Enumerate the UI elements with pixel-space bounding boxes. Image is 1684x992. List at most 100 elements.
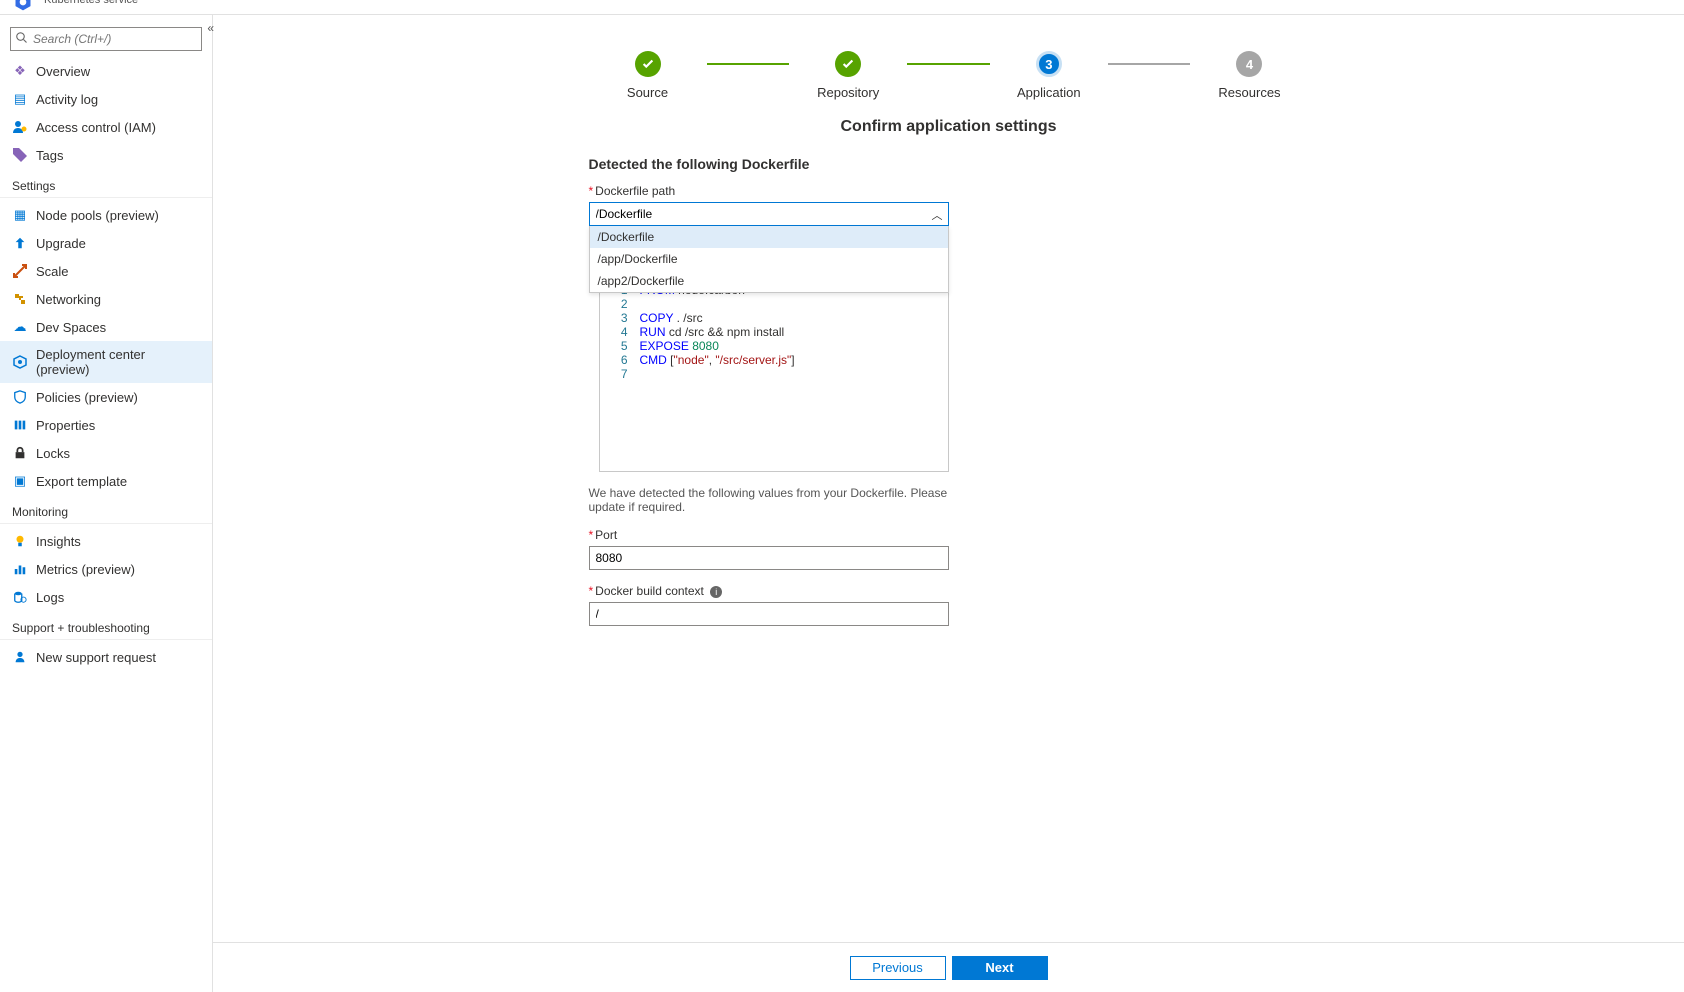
sidebar-item-insights[interactable]: Insights xyxy=(0,527,212,555)
required-indicator: * xyxy=(589,184,594,198)
sidebar-item-deployment-center[interactable]: Deployment center (preview) xyxy=(0,341,212,383)
wizard-stepper: Source Repository 3 Application 4 xyxy=(589,51,1309,100)
deployment-center-icon xyxy=(12,354,28,370)
sidebar-item-new-support-request[interactable]: New support request xyxy=(0,643,212,671)
sidebar-item-label: Logs xyxy=(36,590,64,605)
step-connector xyxy=(907,63,990,65)
sidebar-item-label: Scale xyxy=(36,264,69,279)
build-context-label: *Docker build context i xyxy=(589,584,1309,598)
sidebar-section-support: Support + troubleshooting xyxy=(0,611,212,640)
sidebar-item-label: Networking xyxy=(36,292,101,307)
access-control-icon xyxy=(12,119,28,135)
dockerfile-path-combobox[interactable]: ︿ /Dockerfile /app/Dockerfile /app2/Dock… xyxy=(589,202,949,226)
sidebar-item-properties[interactable]: Properties xyxy=(0,411,212,439)
sidebar-item-dev-spaces[interactable]: ☁ Dev Spaces xyxy=(0,313,212,341)
export-template-icon: ▣ xyxy=(12,473,28,489)
logs-icon xyxy=(12,589,28,605)
help-text: We have detected the following values fr… xyxy=(589,486,949,514)
activity-log-icon: ▤ xyxy=(12,91,28,107)
next-button[interactable]: Next xyxy=(952,956,1048,980)
dockerfile-path-dropdown: /Dockerfile /app/Dockerfile /app2/Docker… xyxy=(589,226,949,293)
sidebar-item-label: Tags xyxy=(36,148,63,163)
sidebar-item-label: Overview xyxy=(36,64,90,79)
sidebar-item-label: Locks xyxy=(36,446,70,461)
dockerfile-preview: 1FROM node:carbon 2 3COPY . /src 4RUN cd… xyxy=(599,282,949,472)
sidebar-item-label: Activity log xyxy=(36,92,98,107)
sidebar-item-locks[interactable]: Locks xyxy=(0,439,212,467)
sidebar-item-label: Metrics (preview) xyxy=(36,562,135,577)
node-pools-icon: ▦ xyxy=(12,207,28,223)
dropdown-option[interactable]: /app2/Dockerfile xyxy=(590,270,948,292)
build-context-input[interactable] xyxy=(589,602,949,626)
scale-icon xyxy=(12,263,28,279)
port-input[interactable] xyxy=(589,546,949,570)
dockerfile-path-label: *Dockerfile path xyxy=(589,184,1309,198)
step-label: Repository xyxy=(817,85,879,100)
info-icon[interactable]: i xyxy=(710,586,722,598)
sidebar-item-label: Dev Spaces xyxy=(36,320,106,335)
sidebar-item-export-template[interactable]: ▣ Export template xyxy=(0,467,212,495)
properties-icon xyxy=(12,417,28,433)
wizard-footer: Previous Next xyxy=(213,942,1684,992)
sidebar-item-label: Export template xyxy=(36,474,127,489)
step-number: 4 xyxy=(1236,51,1262,77)
policies-icon xyxy=(12,389,28,405)
sidebar-item-label: Access control (IAM) xyxy=(36,120,156,135)
support-request-icon xyxy=(12,649,28,665)
step-number: 3 xyxy=(1036,51,1062,77)
sidebar-section-monitoring: Monitoring xyxy=(0,495,212,524)
insights-icon xyxy=(12,533,28,549)
step-application[interactable]: 3 Application xyxy=(990,51,1108,100)
section-title: Detected the following Dockerfile xyxy=(589,156,1309,172)
sidebar-item-overview[interactable]: ❖ Overview xyxy=(0,57,212,85)
sidebar-item-label: Insights xyxy=(36,534,81,549)
required-indicator: * xyxy=(589,584,594,598)
overview-icon: ❖ xyxy=(12,63,28,79)
port-label: *Port xyxy=(589,528,1309,542)
upgrade-icon xyxy=(12,235,28,251)
step-label: Resources xyxy=(1218,85,1280,100)
sidebar-item-label: Deployment center (preview) xyxy=(36,347,200,377)
main-content: Source Repository 3 Application 4 xyxy=(213,15,1684,992)
search-icon xyxy=(16,32,28,44)
step-connector xyxy=(1108,63,1191,65)
sidebar-section-settings: Settings xyxy=(0,169,212,198)
sidebar-item-label: New support request xyxy=(36,650,156,665)
sidebar-item-tags[interactable]: Tags xyxy=(0,141,212,169)
sidebar-item-logs[interactable]: Logs xyxy=(0,583,212,611)
step-repository[interactable]: Repository xyxy=(789,51,907,100)
sidebar-item-policies[interactable]: Policies (preview) xyxy=(0,383,212,411)
sidebar-item-scale[interactable]: Scale xyxy=(0,257,212,285)
previous-button[interactable]: Previous xyxy=(850,956,946,980)
sidebar-item-activity-log[interactable]: ▤ Activity log xyxy=(0,85,212,113)
kubernetes-service-icon xyxy=(10,0,36,12)
checkmark-icon xyxy=(635,51,661,77)
sidebar-item-metrics[interactable]: Metrics (preview) xyxy=(0,555,212,583)
step-label: Source xyxy=(627,85,668,100)
sidebar-item-label: Upgrade xyxy=(36,236,86,251)
dockerfile-path-input[interactable] xyxy=(589,202,949,226)
sidebar-item-upgrade[interactable]: Upgrade xyxy=(0,229,212,257)
dropdown-option[interactable]: /app/Dockerfile xyxy=(590,248,948,270)
networking-icon xyxy=(12,291,28,307)
required-indicator: * xyxy=(589,528,594,542)
step-resources[interactable]: 4 Resources xyxy=(1190,51,1308,100)
sidebar-item-networking[interactable]: Networking xyxy=(0,285,212,313)
locks-icon xyxy=(12,445,28,461)
checkmark-icon xyxy=(835,51,861,77)
page-title: Confirm application settings xyxy=(589,118,1309,136)
dropdown-option[interactable]: /Dockerfile xyxy=(590,226,948,248)
sidebar-item-access-control[interactable]: Access control (IAM) xyxy=(0,113,212,141)
step-label: Application xyxy=(1017,85,1081,100)
search-input[interactable] xyxy=(10,27,202,51)
sidebar-item-label: Node pools (preview) xyxy=(36,208,159,223)
resource-header: Kubernetes service xyxy=(0,0,1684,15)
step-connector xyxy=(707,63,790,65)
sidebar: « ❖ Overview ▤ Activity log Access contr… xyxy=(0,15,213,992)
tags-icon xyxy=(12,147,28,163)
step-source[interactable]: Source xyxy=(589,51,707,100)
sidebar-item-node-pools[interactable]: ▦ Node pools (preview) xyxy=(0,201,212,229)
sidebar-item-label: Properties xyxy=(36,418,95,433)
dev-spaces-icon: ☁ xyxy=(12,319,28,335)
sidebar-item-label: Policies (preview) xyxy=(36,390,138,405)
